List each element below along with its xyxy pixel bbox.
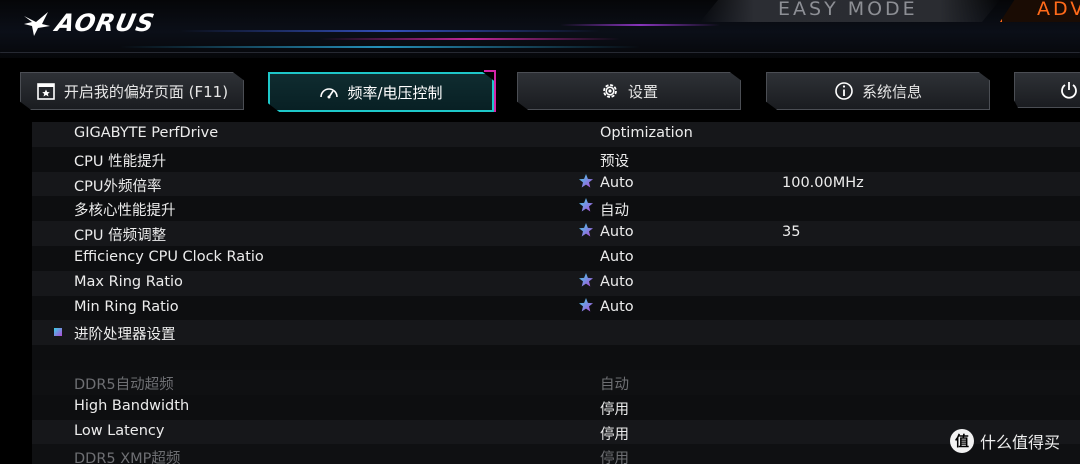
setting-current-value: 35: [782, 224, 801, 241]
setting-row-efficiency-ratio[interactable]: Efficiency CPU Clock Ratio Auto: [32, 245, 1080, 271]
setting-row-min-ring[interactable]: Min Ring Ratio Auto: [32, 295, 1080, 321]
setting-value[interactable]: Optimization: [600, 125, 693, 141]
setting-value[interactable]: 停用: [600, 398, 629, 419]
favorite-star-icon[interactable]: [578, 197, 594, 213]
header-bar: AORUS EASY MODE ADV: [0, 0, 1080, 58]
watermark-badge: 值: [950, 429, 974, 453]
setting-value[interactable]: 自动: [600, 199, 629, 220]
tab-power[interactable]: [1014, 72, 1080, 108]
setting-value[interactable]: Auto: [600, 274, 634, 290]
header-streak: [120, 46, 640, 48]
setting-value[interactable]: Auto: [600, 175, 634, 191]
setting-row-high-bandwidth[interactable]: High Bandwidth 停用: [32, 394, 1080, 420]
setting-name: DDR5 XMP超频: [74, 451, 181, 464]
tab-system-info-label: 系统信息: [861, 82, 922, 101]
aorus-logo: AORUS: [22, 6, 158, 40]
setting-value[interactable]: Auto: [600, 224, 634, 240]
site-watermark: 值 什么值得买: [950, 428, 1060, 454]
setting-name: High Bandwidth: [74, 397, 190, 414]
setting-name: CPU 性能提升: [74, 153, 167, 170]
setting-row-cpu-ratio[interactable]: CPU 倍频调整 Auto 35: [32, 221, 1080, 246]
tab-settings-label: 设置: [627, 82, 658, 101]
setting-row-spacer: [32, 345, 1080, 370]
header-streak: [180, 30, 600, 32]
favorite-star-icon[interactable]: [578, 173, 594, 189]
setting-name: Min Ring Ratio: [74, 298, 179, 315]
tab-frequency-voltage[interactable]: 频率/电压控制: [268, 72, 494, 112]
setting-name: DDR5自动超频: [74, 376, 174, 393]
header-divider: [0, 52, 1080, 53]
submenu-bullet-icon: [54, 328, 62, 337]
header-streak: [560, 24, 720, 26]
favorite-star-icon[interactable]: [578, 222, 594, 238]
advanced-mode-label[interactable]: ADV: [1037, 0, 1080, 20]
eagle-logo-icon: [24, 12, 50, 36]
header-streak: [320, 38, 620, 40]
setting-row-advanced-cpu[interactable]: 进阶处理器设置: [32, 320, 1080, 346]
setting-row-perfdrive[interactable]: GIGABYTE PerfDrive Optimization: [32, 122, 1080, 147]
watermark-text: 什么值得买: [980, 433, 1061, 452]
setting-value[interactable]: 停用: [600, 423, 629, 444]
setting-name: Low Latency: [74, 422, 165, 439]
setting-name: 进阶处理器设置: [74, 327, 176, 344]
tab-favorites-label: 开启我的偏好页面 (F11): [63, 82, 229, 101]
star-window-icon: [37, 83, 55, 100]
setting-value: 停用: [600, 451, 629, 464]
setting-row-ddr5-auto-oc: DDR5自动超频 自动: [32, 369, 1080, 395]
bios-screen: AORUS EASY MODE ADV 开启我的偏好页面 (F11) 频率/电压…: [0, 0, 1080, 464]
setting-name: Efficiency CPU Clock Ratio: [74, 248, 264, 265]
setting-current-value: 100.00MHz: [782, 174, 864, 191]
setting-name: GIGABYTE PerfDrive: [74, 125, 219, 141]
setting-row-multicore[interactable]: 多核心性能提升 自动: [32, 196, 1080, 222]
setting-value[interactable]: Auto: [600, 249, 634, 265]
tab-frequency-voltage-label: 频率/电压控制: [347, 83, 443, 102]
logo-text: AORUS: [53, 9, 158, 37]
setting-name: CPU 倍频调整: [74, 228, 167, 245]
info-icon: [835, 82, 853, 100]
power-icon: [1061, 82, 1077, 99]
setting-name: CPU外频倍率: [74, 178, 162, 195]
setting-value: 自动: [600, 376, 629, 393]
tab-settings[interactable]: 设置: [517, 72, 741, 110]
setting-row-low-latency[interactable]: Low Latency 停用: [32, 419, 1080, 445]
setting-value[interactable]: Auto: [600, 299, 634, 315]
favorite-star-icon[interactable]: [578, 297, 594, 313]
setting-value[interactable]: 预设: [600, 150, 629, 171]
setting-row-cpu-base-clock[interactable]: CPU外频倍率 Auto 100.00MHz: [32, 171, 1080, 197]
setting-name: Max Ring Ratio: [74, 273, 183, 290]
favorite-star-icon[interactable]: [578, 272, 594, 288]
settings-list: GIGABYTE PerfDrive Optimization CPU 性能提升…: [32, 122, 1080, 464]
gear-icon: [603, 84, 617, 98]
gauge-icon: [320, 88, 339, 99]
setting-row-ddr5-xmp: DDR5 XMP超频 停用: [32, 444, 1080, 464]
tab-favorites[interactable]: 开启我的偏好页面 (F11): [20, 72, 244, 110]
setting-name: 多核心性能提升: [74, 203, 176, 220]
tab-system-info[interactable]: 系统信息: [766, 72, 990, 110]
setting-row-max-ring[interactable]: Max Ring Ratio Auto: [32, 270, 1080, 296]
setting-row-cpu-boost[interactable]: CPU 性能提升 预设: [32, 146, 1080, 172]
easy-mode-label[interactable]: EASY MODE: [778, 0, 918, 20]
